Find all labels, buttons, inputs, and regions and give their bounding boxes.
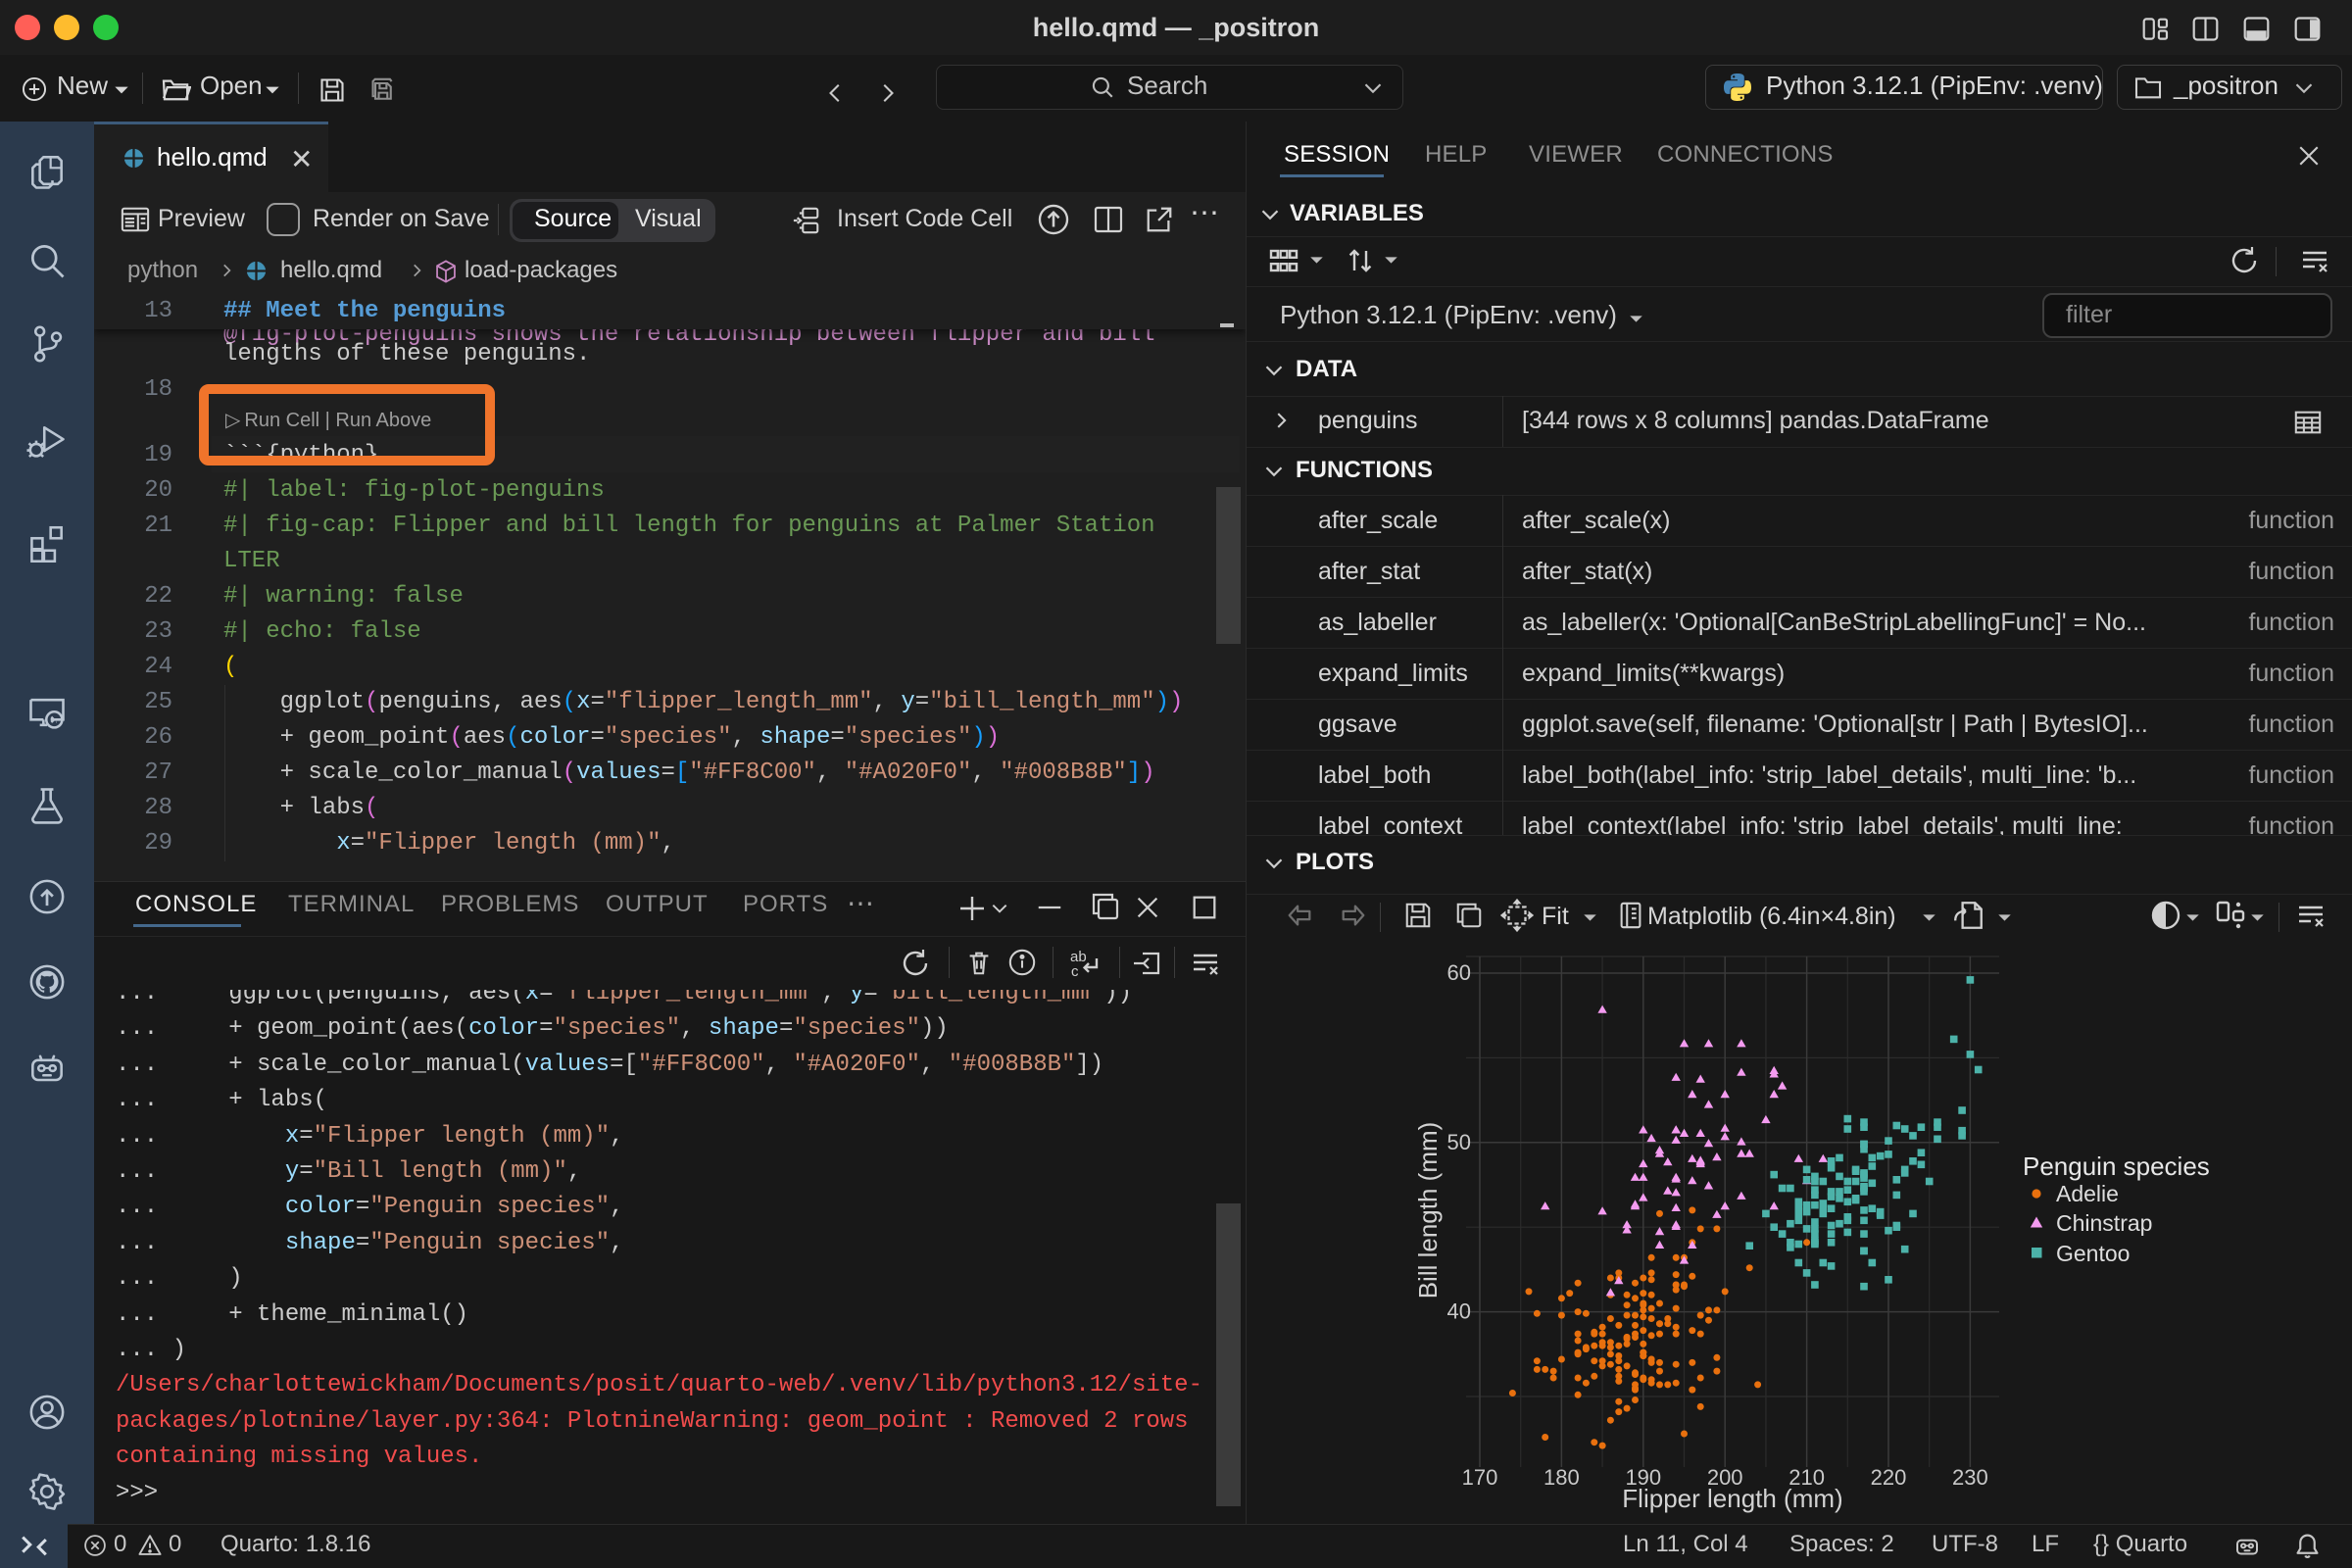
svg-text:230: 230 bbox=[1952, 1465, 1988, 1490]
svg-text:60: 60 bbox=[1447, 960, 1471, 985]
svg-text:170: 170 bbox=[1462, 1465, 1498, 1490]
svg-text:Flipper length (mm): Flipper length (mm) bbox=[1622, 1484, 1842, 1513]
svg-text:Penguin species: Penguin species bbox=[2023, 1152, 2210, 1181]
svg-text:40: 40 bbox=[1447, 1299, 1471, 1324]
svg-text:Chinstrap: Chinstrap bbox=[2056, 1210, 2152, 1236]
svg-text:50: 50 bbox=[1447, 1130, 1471, 1154]
svg-text:180: 180 bbox=[1544, 1465, 1580, 1490]
svg-text:220: 220 bbox=[1871, 1465, 1907, 1490]
svg-text:c: c bbox=[1071, 963, 1079, 980]
svg-text:Bill length (mm): Bill length (mm) bbox=[1413, 1122, 1443, 1299]
svg-text:Gentoo: Gentoo bbox=[2056, 1241, 2130, 1266]
svg-text:Adelie: Adelie bbox=[2056, 1181, 2119, 1206]
